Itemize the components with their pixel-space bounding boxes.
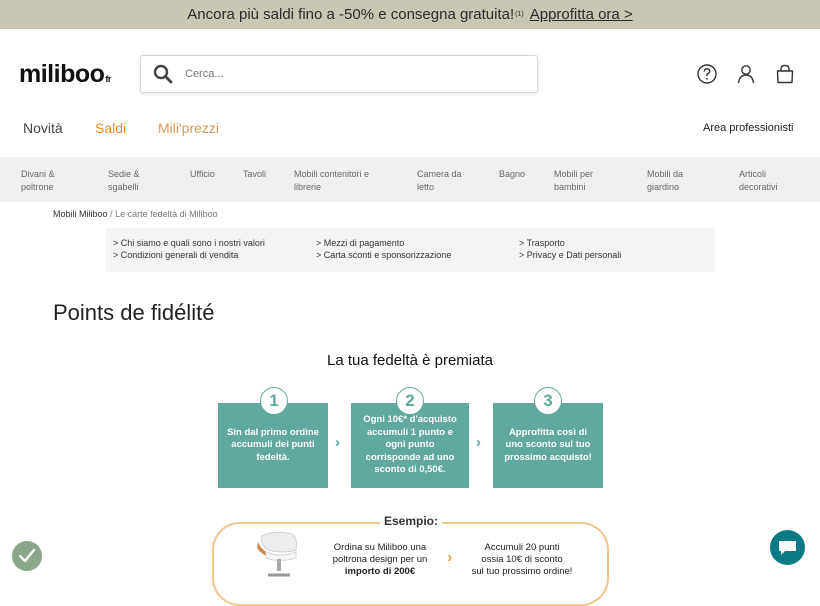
category-ufficio[interactable]: Ufficio bbox=[190, 168, 215, 181]
link-privacy[interactable]: > Privacy e Dati personali bbox=[519, 250, 621, 260]
armchair-image bbox=[257, 531, 297, 577]
breadcrumb-current: Le carte fedeltà di Miliboo bbox=[115, 209, 218, 219]
step-3-text: Approfitta così di uno sconto sul tuo pr… bbox=[504, 426, 592, 463]
step-2-box: Ogni 10€* d'acquisto accumuli 1 punto e … bbox=[351, 403, 469, 488]
step-3-number: 3 bbox=[534, 387, 562, 415]
category-camera[interactable]: Camera da letto bbox=[417, 168, 462, 193]
account-icon[interactable] bbox=[735, 63, 757, 85]
link-carta-sconti[interactable]: > Carta sconti e sponsorizzazione bbox=[316, 250, 451, 260]
accessibility-button[interactable] bbox=[12, 541, 42, 571]
step-1-box: Sin dal primo ordine accumuli dei punti … bbox=[218, 403, 328, 488]
promo-link[interactable]: Approfitta ora > bbox=[530, 6, 633, 23]
breadcrumb-separator: / bbox=[110, 209, 113, 219]
page-title: Points de fidélité bbox=[53, 300, 215, 325]
nav-miliprezzi[interactable]: Mili'prezzi bbox=[158, 120, 219, 136]
example-left-text: Ordina su Miliboo una poltrona design pe… bbox=[332, 542, 428, 577]
category-divani[interactable]: Divani & poltrone bbox=[21, 168, 55, 193]
step-1-text: Sin dal primo ordine accumuli dei punti … bbox=[227, 426, 319, 463]
category-mobili-contenitori[interactable]: Mobili contenitori e librerie bbox=[294, 168, 369, 193]
chat-icon bbox=[779, 541, 796, 555]
step-2-text: Ogni 10€* d'acquisto accumuli 1 punto e … bbox=[363, 414, 457, 476]
category-tavoli[interactable]: Tavoli bbox=[243, 168, 266, 181]
step-1-number: 1 bbox=[260, 387, 288, 415]
help-icon[interactable] bbox=[696, 63, 718, 85]
search-input[interactable] bbox=[183, 67, 517, 81]
chevron-right-icon: › bbox=[447, 549, 453, 566]
breadcrumb-home[interactable]: Mobili Miliboo bbox=[53, 209, 108, 219]
banner-title: La tua fedeltà è premiata bbox=[327, 352, 493, 369]
link-condizioni[interactable]: > Condizioni generali di vendita bbox=[113, 250, 238, 260]
nav-saldi[interactable]: Saldi bbox=[95, 120, 126, 136]
chevron-right-icon: › bbox=[476, 434, 481, 451]
search-bar[interactable] bbox=[140, 55, 538, 93]
promo-text: Ancora più saldi fino a -50% e consegna … bbox=[187, 6, 515, 23]
logo-text: miliboo bbox=[19, 60, 105, 88]
example-label: Esempio: bbox=[380, 514, 443, 528]
promo-footnote-mark: (1) bbox=[515, 11, 524, 18]
nav-novita[interactable]: Novità bbox=[23, 120, 63, 136]
chat-button[interactable] bbox=[770, 530, 805, 565]
link-trasporto[interactable]: > Trasporto bbox=[519, 238, 565, 248]
link-pagamento[interactable]: > Mezzi di pagamento bbox=[316, 238, 404, 248]
search-icon[interactable] bbox=[153, 64, 173, 84]
example-right-text: Accumuli 20 punti ossia 10€ di sconto su… bbox=[471, 542, 573, 577]
cart-icon[interactable] bbox=[774, 63, 796, 85]
pro-area-link[interactable]: Area professionisti bbox=[703, 122, 794, 134]
link-chi-siamo[interactable]: > Chi siamo e quali sono i nostri valori bbox=[113, 238, 265, 248]
chevron-right-icon: › bbox=[335, 434, 340, 451]
category-giardino[interactable]: Mobili da giardino bbox=[647, 168, 683, 193]
category-bagno[interactable]: Bagno bbox=[499, 168, 525, 181]
step-3-box: Approfitta così di uno sconto sul tuo pr… bbox=[493, 403, 603, 488]
category-bambini[interactable]: Mobili per bambini bbox=[554, 168, 593, 193]
check-icon bbox=[18, 548, 36, 563]
category-decorativi[interactable]: Articoli decorativi bbox=[739, 168, 778, 193]
breadcrumb: Mobili Miliboo / Le carte fedeltà di Mil… bbox=[53, 209, 218, 219]
category-sedie[interactable]: Sedie & sgabelli bbox=[108, 168, 140, 193]
promo-bar: Ancora più saldi fino a -50% e consegna … bbox=[0, 0, 820, 29]
logo-suffix: fr bbox=[105, 74, 111, 84]
step-2-number: 2 bbox=[396, 387, 424, 415]
miliboo-logo[interactable]: miliboofr bbox=[19, 60, 111, 89]
